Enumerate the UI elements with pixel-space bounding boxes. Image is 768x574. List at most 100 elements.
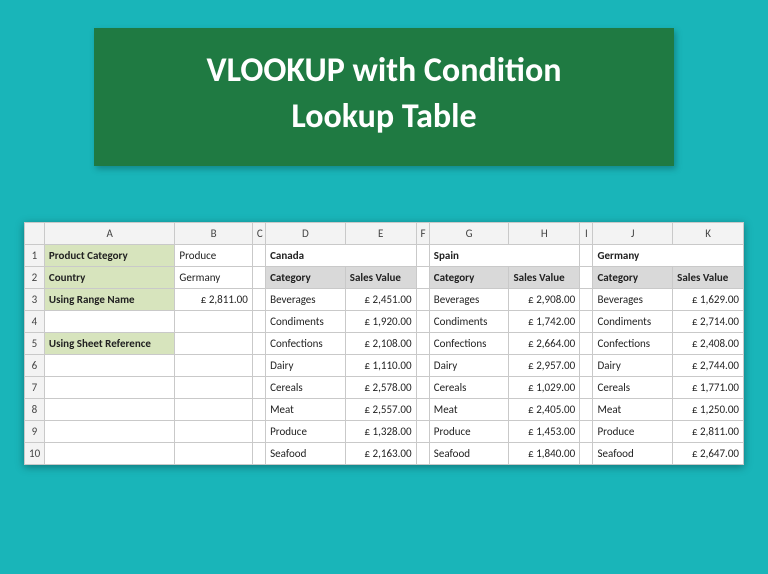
sheet-ref-value[interactable] [175, 332, 252, 354]
row-5[interactable]: 5 [25, 332, 45, 354]
col-D[interactable]: D [266, 222, 346, 244]
cell[interactable] [416, 244, 429, 266]
germany-val[interactable]: £ 2,647.00 [673, 442, 744, 464]
germany-cat[interactable]: Dairy [593, 354, 673, 376]
cell[interactable] [580, 332, 593, 354]
cell[interactable] [252, 288, 265, 310]
cell[interactable] [44, 398, 175, 420]
spain-cat[interactable]: Confections [429, 332, 509, 354]
germany-val[interactable]: £ 1,629.00 [673, 288, 744, 310]
germany-cat[interactable]: Produce [593, 420, 673, 442]
spain-hdr-cat[interactable]: Category [429, 266, 509, 288]
germany-cat[interactable]: Cereals [593, 376, 673, 398]
germany-cat[interactable]: Confections [593, 332, 673, 354]
row-1[interactable]: 1 [25, 244, 45, 266]
germany-val[interactable]: £ 2,408.00 [673, 332, 744, 354]
germany-cat[interactable]: Beverages [593, 288, 673, 310]
spain-val[interactable]: £ 2,908.00 [509, 288, 580, 310]
cell[interactable] [416, 376, 429, 398]
cell[interactable] [252, 398, 265, 420]
germany-cat[interactable]: Seafood [593, 442, 673, 464]
corner-cell[interactable] [25, 222, 45, 244]
germany-val[interactable]: £ 1,771.00 [673, 376, 744, 398]
cell[interactable] [252, 332, 265, 354]
cell[interactable] [580, 266, 593, 288]
spain-val[interactable]: £ 2,664.00 [509, 332, 580, 354]
col-H[interactable]: H [509, 222, 580, 244]
spain-cat[interactable]: Condiments [429, 310, 509, 332]
cell[interactable] [580, 244, 593, 266]
spain-val[interactable]: £ 1,840.00 [509, 442, 580, 464]
canada-cat[interactable]: Condiments [266, 310, 346, 332]
spain-cat[interactable]: Cereals [429, 376, 509, 398]
col-G[interactable]: G [429, 222, 509, 244]
spain-cat[interactable]: Produce [429, 420, 509, 442]
cell[interactable] [580, 398, 593, 420]
row-7[interactable]: 7 [25, 376, 45, 398]
spain-hdr-val[interactable]: Sales Value [509, 266, 580, 288]
range-name-value[interactable]: £ 2,811.00 [175, 288, 252, 310]
range-name-label[interactable]: Using Range Name [44, 288, 175, 310]
canada-val[interactable]: £ 2,557.00 [345, 398, 416, 420]
spain-cat[interactable]: Dairy [429, 354, 509, 376]
germany-hdr-cat[interactable]: Category [593, 266, 673, 288]
spain-val[interactable]: £ 2,957.00 [509, 354, 580, 376]
germany-val[interactable]: £ 2,811.00 [673, 420, 744, 442]
row-3[interactable]: 3 [25, 288, 45, 310]
cell[interactable] [580, 288, 593, 310]
col-I[interactable]: I [580, 222, 593, 244]
product-category-label[interactable]: Product Category [44, 244, 175, 266]
spain-title[interactable]: Spain [429, 244, 579, 266]
cell[interactable] [416, 288, 429, 310]
cell[interactable] [580, 420, 593, 442]
canada-val[interactable]: £ 1,328.00 [345, 420, 416, 442]
cell[interactable] [252, 420, 265, 442]
cell[interactable] [580, 310, 593, 332]
canada-val[interactable]: £ 2,108.00 [345, 332, 416, 354]
germany-cat[interactable]: Condiments [593, 310, 673, 332]
canada-val[interactable]: £ 1,920.00 [345, 310, 416, 332]
cell[interactable] [416, 420, 429, 442]
cell[interactable] [252, 310, 265, 332]
cell[interactable] [416, 354, 429, 376]
row-2[interactable]: 2 [25, 266, 45, 288]
canada-val[interactable]: £ 2,451.00 [345, 288, 416, 310]
cell[interactable] [416, 442, 429, 464]
country-label[interactable]: Country [44, 266, 175, 288]
cell[interactable] [416, 398, 429, 420]
canada-val[interactable]: £ 2,578.00 [345, 376, 416, 398]
cell[interactable] [252, 442, 265, 464]
canada-title[interactable]: Canada [266, 244, 416, 266]
spain-cat[interactable]: Seafood [429, 442, 509, 464]
spain-val[interactable]: £ 2,405.00 [509, 398, 580, 420]
col-C[interactable]: C [252, 222, 265, 244]
cell[interactable] [580, 376, 593, 398]
sheet-ref-label[interactable]: Using Sheet Reference [44, 332, 175, 354]
germany-val[interactable]: £ 1,250.00 [673, 398, 744, 420]
cell[interactable] [580, 442, 593, 464]
row-10[interactable]: 10 [25, 442, 45, 464]
germany-hdr-val[interactable]: Sales Value [673, 266, 744, 288]
canada-cat[interactable]: Dairy [266, 354, 346, 376]
cell[interactable] [416, 310, 429, 332]
canada-hdr-cat[interactable]: Category [266, 266, 346, 288]
spain-val[interactable]: £ 1,453.00 [509, 420, 580, 442]
row-8[interactable]: 8 [25, 398, 45, 420]
cell[interactable] [416, 266, 429, 288]
country-value[interactable]: Germany [175, 266, 252, 288]
cell[interactable] [175, 420, 252, 442]
spain-val[interactable]: £ 1,742.00 [509, 310, 580, 332]
cell[interactable] [175, 376, 252, 398]
germany-title[interactable]: Germany [593, 244, 744, 266]
row-9[interactable]: 9 [25, 420, 45, 442]
spain-cat[interactable]: Beverages [429, 288, 509, 310]
col-K[interactable]: K [673, 222, 744, 244]
canada-val[interactable]: £ 2,163.00 [345, 442, 416, 464]
cell[interactable] [252, 244, 265, 266]
canada-cat[interactable]: Confections [266, 332, 346, 354]
canada-val[interactable]: £ 1,110.00 [345, 354, 416, 376]
cell[interactable] [252, 266, 265, 288]
cell[interactable] [252, 354, 265, 376]
cell[interactable] [175, 310, 252, 332]
cell[interactable] [44, 442, 175, 464]
